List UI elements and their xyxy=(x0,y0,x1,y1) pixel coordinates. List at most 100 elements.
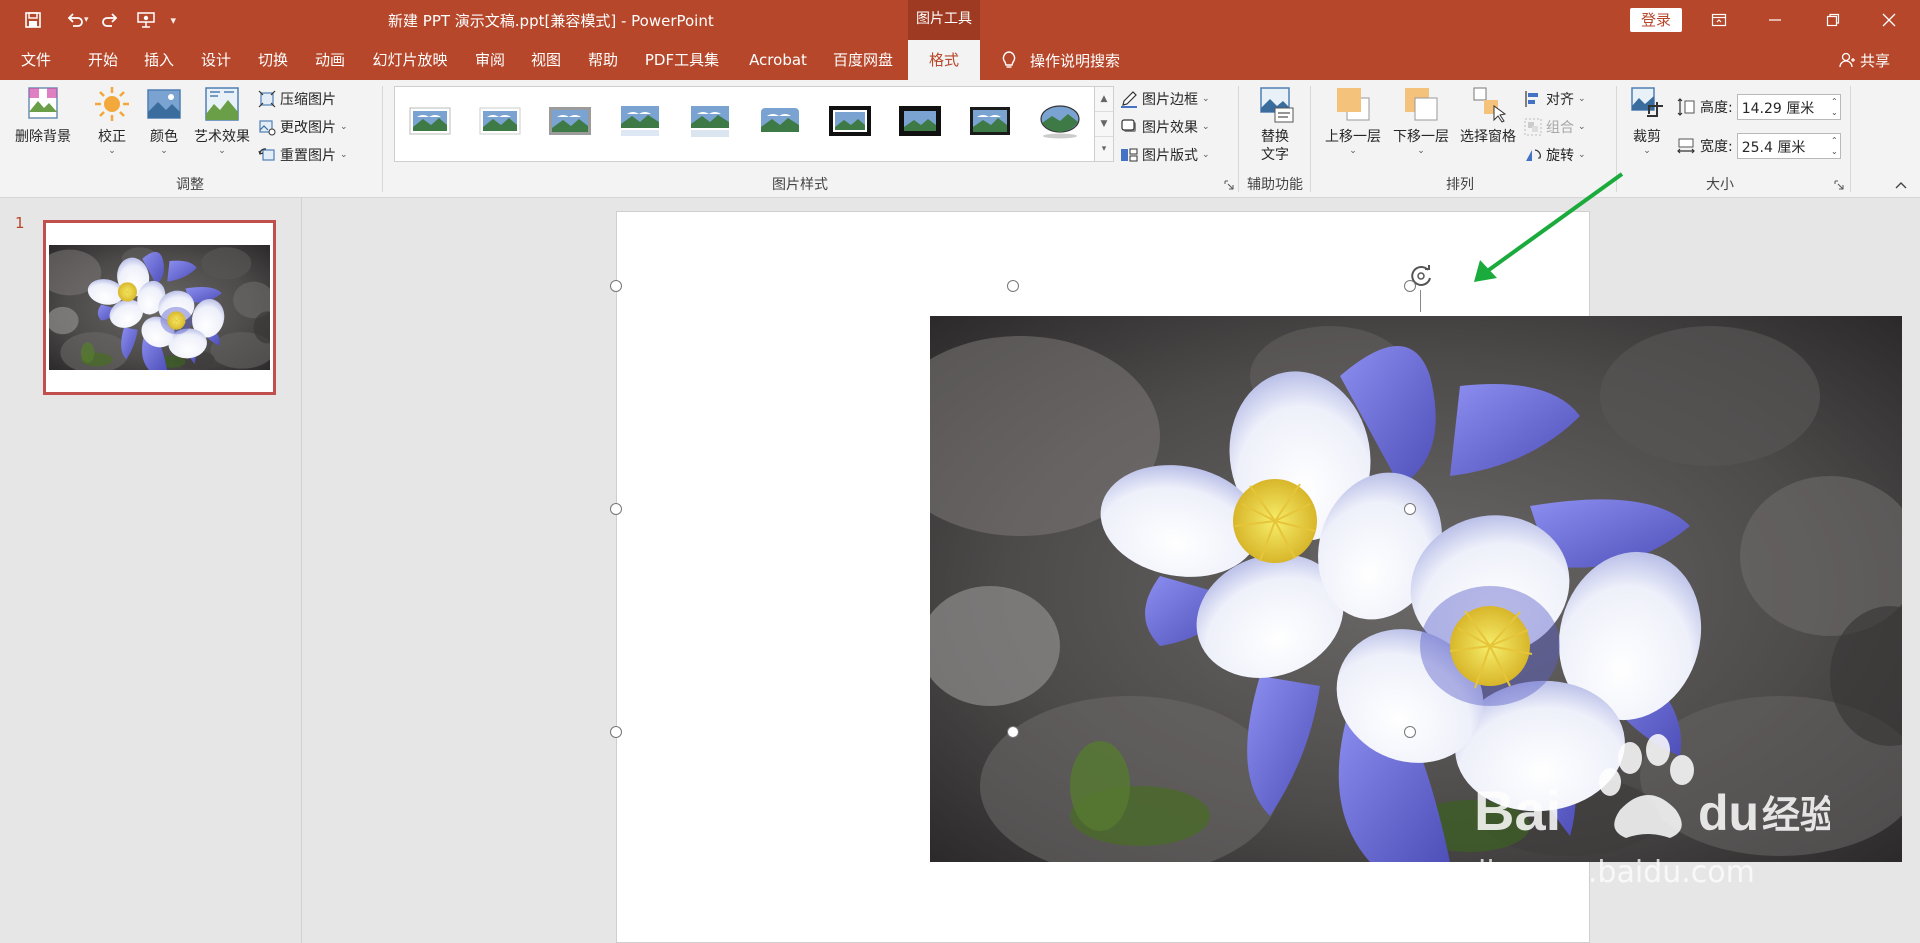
format-picture-launcher-icon[interactable] xyxy=(1224,180,1234,190)
picture-style-oval[interactable] xyxy=(1037,103,1083,139)
sun-icon xyxy=(95,87,129,121)
slide-thumbnail-picture xyxy=(49,245,270,370)
selection-pane-icon xyxy=(1473,87,1507,123)
resize-handle-left[interactable] xyxy=(610,503,622,515)
picture-style-rounded[interactable] xyxy=(757,103,803,139)
tab-format[interactable]: 格式 xyxy=(908,40,980,82)
size-launcher-icon[interactable] xyxy=(1834,180,1844,190)
selection-pane-label: 选择窗格 xyxy=(1460,129,1516,145)
color-dropdown-icon: ⌄ xyxy=(160,146,168,156)
corrections-button[interactable]: 校正 ⌄ xyxy=(90,84,134,156)
rotate-dropdown-icon: ⌄ xyxy=(1578,150,1586,160)
picture-layout-button[interactable]: 图片版式 ⌄ xyxy=(1120,142,1210,168)
height-icon xyxy=(1677,98,1695,116)
bring-forward-label: 上移一层 xyxy=(1325,129,1381,145)
tab-acrobat[interactable]: Acrobat xyxy=(738,40,818,80)
slide-canvas[interactable] xyxy=(610,211,1902,943)
picture-style-black-shadow[interactable] xyxy=(897,103,943,139)
align-icon xyxy=(1525,91,1538,107)
artistic-effects-dropdown-icon: ⌄ xyxy=(218,146,226,156)
undo-dropdown-icon[interactable]: ▾ xyxy=(84,15,89,25)
resize-handle-bottom-right[interactable] xyxy=(1404,726,1416,738)
selected-picture[interactable] xyxy=(930,316,1902,862)
picture-style-soft-reflection[interactable] xyxy=(687,103,733,139)
crop-dropdown-icon: ⌄ xyxy=(1643,146,1651,156)
picture-style-thick-black[interactable] xyxy=(827,103,873,139)
tab-review[interactable]: 审阅 xyxy=(464,40,516,80)
picture-effects-button[interactable]: 图片效果 ⌄ xyxy=(1120,114,1210,140)
tab-design[interactable]: 设计 xyxy=(191,40,241,80)
restore-icon[interactable] xyxy=(1810,0,1856,40)
picture-style-soft-edge[interactable] xyxy=(477,103,523,139)
save-icon[interactable] xyxy=(18,5,48,35)
gallery-more-icon[interactable]: ▾ xyxy=(1095,137,1113,162)
login-button[interactable]: 登录 xyxy=(1630,8,1682,32)
alt-text-button[interactable]: 替换 文字 xyxy=(1248,84,1302,164)
bring-forward-icon xyxy=(1337,88,1370,121)
group-divider xyxy=(1616,86,1617,192)
share-button[interactable]: 共享 xyxy=(1838,40,1890,80)
lightbulb-icon xyxy=(1002,51,1016,68)
tab-help[interactable]: 帮助 xyxy=(578,40,628,80)
collapse-ribbon-icon[interactable] xyxy=(1894,178,1908,192)
picture-style-dark-frame[interactable] xyxy=(967,103,1013,139)
compress-pictures-button[interactable]: 压缩图片 xyxy=(258,86,336,112)
change-picture-button[interactable]: 更改图片 ⌄ xyxy=(258,114,348,140)
arrange-group-label: 排列 xyxy=(1446,177,1474,193)
reset-picture-icon xyxy=(258,148,275,161)
crop-button[interactable]: 裁剪 ⌄ xyxy=(1622,84,1672,156)
selection-pane-button[interactable]: 选择窗格 xyxy=(1456,84,1520,146)
smartart-layout-icon xyxy=(1121,148,1138,162)
tab-animations[interactable]: 动画 xyxy=(305,40,355,80)
group-button[interactable]: 组合 ⌄ xyxy=(1524,114,1586,140)
tell-me-search[interactable]: 操作说明搜索 xyxy=(1000,40,1120,80)
bring-forward-button[interactable]: 上移一层 ⌄ xyxy=(1320,84,1386,156)
ribbon-display-options-icon[interactable] xyxy=(1696,0,1742,40)
resize-handle-right[interactable] xyxy=(1404,503,1416,515)
redo-icon[interactable] xyxy=(95,5,125,35)
width-value: 25.4 厘米 xyxy=(1741,140,1806,156)
title-bar: ▾ ▾ 新建 PPT 演示文稿.ppt[兼容模式] - PowerPoint 图… xyxy=(0,0,1920,40)
group-divider xyxy=(1238,86,1239,192)
tab-baidu-netdisk[interactable]: 百度网盘 xyxy=(826,40,900,80)
picture-border-button[interactable]: 图片边框 ⌄ xyxy=(1120,86,1210,112)
present-icon[interactable] xyxy=(131,5,161,35)
tab-home[interactable]: 开始 xyxy=(78,40,128,80)
remove-background-button[interactable]: 删除背景 xyxy=(8,84,78,146)
tab-file[interactable]: 文件 xyxy=(6,40,66,80)
tab-transitions[interactable]: 切换 xyxy=(248,40,298,80)
minimize-icon[interactable] xyxy=(1752,0,1798,40)
width-spinner-icon[interactable]: ⌃ ⌄ xyxy=(1831,135,1838,157)
resize-handle-top-right[interactable] xyxy=(1404,280,1416,292)
gallery-scroll-down-icon[interactable]: ▼ xyxy=(1095,112,1113,137)
slide-thumbnail[interactable] xyxy=(43,220,276,395)
rotate-button[interactable]: 旋转 ⌄ xyxy=(1524,142,1586,168)
tab-pdf-tools[interactable]: PDF工具集 xyxy=(640,40,724,80)
height-spinner-icon[interactable]: ⌃ ⌄ xyxy=(1831,96,1838,118)
reset-picture-button[interactable]: 重置图片 ⌄ xyxy=(258,142,348,168)
gallery-scroll[interactable]: ▲ ▼ ▾ xyxy=(1094,86,1114,162)
color-button[interactable]: 颜色 ⌄ xyxy=(142,84,186,156)
resize-handle-top-left[interactable] xyxy=(610,280,622,292)
send-backward-button[interactable]: 下移一层 ⌄ xyxy=(1388,84,1454,156)
change-picture-label: 更改图片 xyxy=(280,120,336,136)
group-divider xyxy=(1850,86,1851,192)
width-input[interactable]: 25.4 厘米 ⌃ ⌄ xyxy=(1736,133,1841,159)
artistic-effects-button[interactable]: 艺术效果 ⌄ xyxy=(190,84,254,156)
customize-qat-icon[interactable]: ▾ xyxy=(171,14,177,27)
close-icon[interactable] xyxy=(1866,0,1912,40)
tab-slideshow[interactable]: 幻灯片放映 xyxy=(364,40,456,80)
height-input[interactable]: 14.29 厘米 ⌃ ⌄ xyxy=(1736,94,1841,120)
rotate-icon xyxy=(1526,149,1541,161)
window-title: 新建 PPT 演示文稿.ppt[兼容模式] - PowerPoint xyxy=(388,12,714,30)
resize-handle-top[interactable] xyxy=(1007,280,1019,292)
picture-style-reflected[interactable] xyxy=(617,103,663,139)
gallery-scroll-up-icon[interactable]: ▲ xyxy=(1095,87,1113,112)
tab-insert[interactable]: 插入 xyxy=(134,40,184,80)
picture-style-metal-frame[interactable] xyxy=(547,103,593,139)
align-button[interactable]: 对齐 ⌄ xyxy=(1524,86,1586,112)
resize-handle-bottom[interactable] xyxy=(1007,726,1019,738)
tab-view[interactable]: 视图 xyxy=(521,40,571,80)
resize-handle-bottom-left[interactable] xyxy=(610,726,622,738)
picture-style-simple-frame[interactable] xyxy=(407,103,453,139)
